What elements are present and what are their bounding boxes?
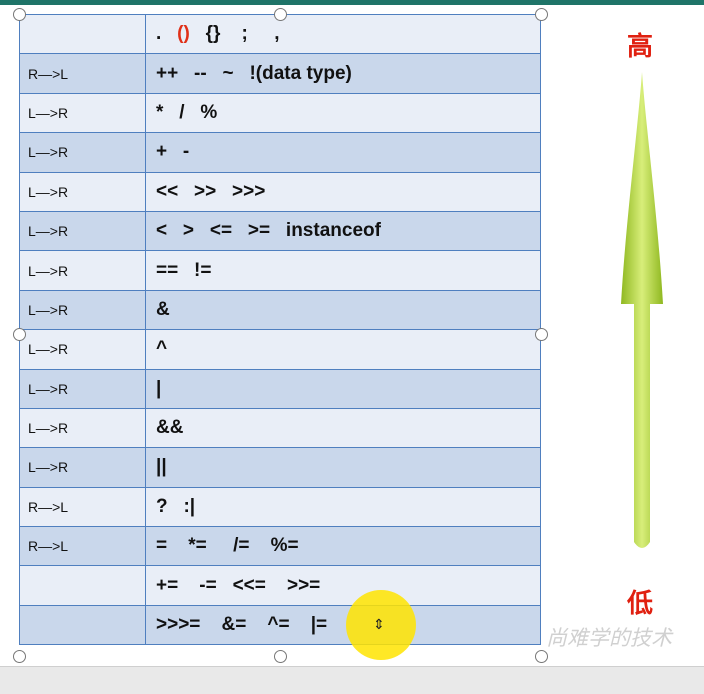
operator-text: || [156,456,167,478]
operators-cell[interactable]: | [145,368,541,409]
operators-cell[interactable]: < > <= >= instanceof [145,210,541,252]
operators-cell[interactable]: & [145,289,541,331]
table-row[interactable]: L—>R || [19,447,541,488]
priority-high-label: 高 [627,32,654,62]
resize-vertical-icon: ⇕ [373,616,385,632]
table-row[interactable]: L—>R < > <= >= instanceof [19,210,541,252]
table-row[interactable]: += -= <<= >>= [19,565,541,606]
associativity-cell[interactable]: L—>R [19,447,146,488]
operators-cell[interactable]: >>>= &= ^= |= [145,604,541,646]
associativity-cell[interactable] [19,13,146,55]
operators-cell[interactable]: += -= <<= >>= [145,565,541,606]
operators-cell[interactable]: * / % [145,92,541,134]
priority-low-label: 低 [627,589,654,619]
resize-handle-bottom-left[interactable] [13,650,26,663]
table-row[interactable]: L—>R | [19,368,541,409]
associativity-cell[interactable]: L—>R [19,289,146,331]
operators-cell[interactable]: = *= /= %= [145,526,541,567]
watermark-text: 尚难学的技术 [546,627,672,650]
table-row[interactable]: L—>R & [19,289,541,331]
operators-cell[interactable]: ++ -- ~ !(data type) [145,53,541,94]
operator-text: . [156,23,178,45]
associativity-cell[interactable]: L—>R [19,329,146,370]
associativity-cell[interactable] [19,565,146,606]
bottom-status-bar [0,666,704,694]
resize-handle-middle-left[interactable] [13,328,26,341]
operators-cell[interactable]: == != [145,250,541,291]
operator-text: ? :| [156,495,196,517]
resize-handle-bottom-middle[interactable] [274,650,287,663]
table-row[interactable]: R—>L = *= /= %= [19,526,541,567]
precedence-arrow-icon [621,72,663,548]
table-row[interactable]: L—>R && [19,407,541,449]
associativity-cell[interactable]: L—>R [19,407,146,449]
operators-cell[interactable]: . () {} ; , [145,13,541,55]
operator-text: = *= /= %= [156,535,299,557]
operators-cell[interactable]: + - [145,132,541,173]
table-row[interactable]: >>>= &= ^= |= [19,604,541,646]
resize-handle-top-left[interactable] [13,8,26,21]
associativity-cell[interactable]: R—>L [19,486,146,528]
table-row[interactable]: L—>R << >> >>> [19,171,541,212]
resize-handle-middle-right[interactable] [535,328,548,341]
top-accent-bar [0,0,704,5]
associativity-cell[interactable]: L—>R [19,368,146,409]
table-row[interactable]: L—>R == != [19,250,541,291]
associativity-cell[interactable]: R—>L [19,53,146,94]
operator-text: () [177,23,190,45]
operator-text: << >> >>> [156,180,266,202]
operators-cell[interactable]: ? :| [145,486,541,528]
operator-text: == != [156,259,212,281]
operator-text: * / % [156,101,218,123]
resize-handle-top-right[interactable] [535,8,548,21]
operator-text: | [156,377,162,399]
table-row[interactable]: L—>R ^ [19,329,541,370]
operators-cell[interactable]: ^ [145,329,541,370]
table-row[interactable]: R—>L ? :| [19,486,541,528]
table-row[interactable]: L—>R * / % [19,92,541,134]
operator-text: < > <= >= instanceof [156,220,381,242]
operator-text: & [156,298,170,320]
operator-text: += -= <<= >>= [156,574,321,596]
operator-text: ^ [156,338,168,360]
operator-text: {} ; , [189,23,280,45]
associativity-cell[interactable] [19,604,146,646]
operators-cell[interactable]: << >> >>> [145,171,541,212]
table-row[interactable]: R—>L ++ -- ~ !(data type) [19,53,541,94]
operator-text: && [156,417,184,439]
operator-text: >>>= &= ^= |= [156,614,328,636]
operators-cell[interactable]: || [145,447,541,488]
operator-precedence-table[interactable]: . () {} ; , R—>L ++ -- ~ !(data type) L—>R *… [19,13,541,646]
associativity-cell[interactable]: L—>R [19,132,146,173]
operators-cell[interactable]: && [145,407,541,449]
operator-text: + - [156,141,190,163]
associativity-cell[interactable]: L—>R [19,92,146,134]
operator-text: ++ -- ~ !(data type) [156,62,352,84]
associativity-cell[interactable]: L—>R [19,250,146,291]
associativity-cell[interactable]: R—>L [19,526,146,567]
table-row[interactable]: L—>R + - [19,132,541,173]
associativity-cell[interactable]: L—>R [19,171,146,212]
associativity-cell[interactable]: L—>R [19,210,146,252]
resize-handle-top-middle[interactable] [274,8,287,21]
